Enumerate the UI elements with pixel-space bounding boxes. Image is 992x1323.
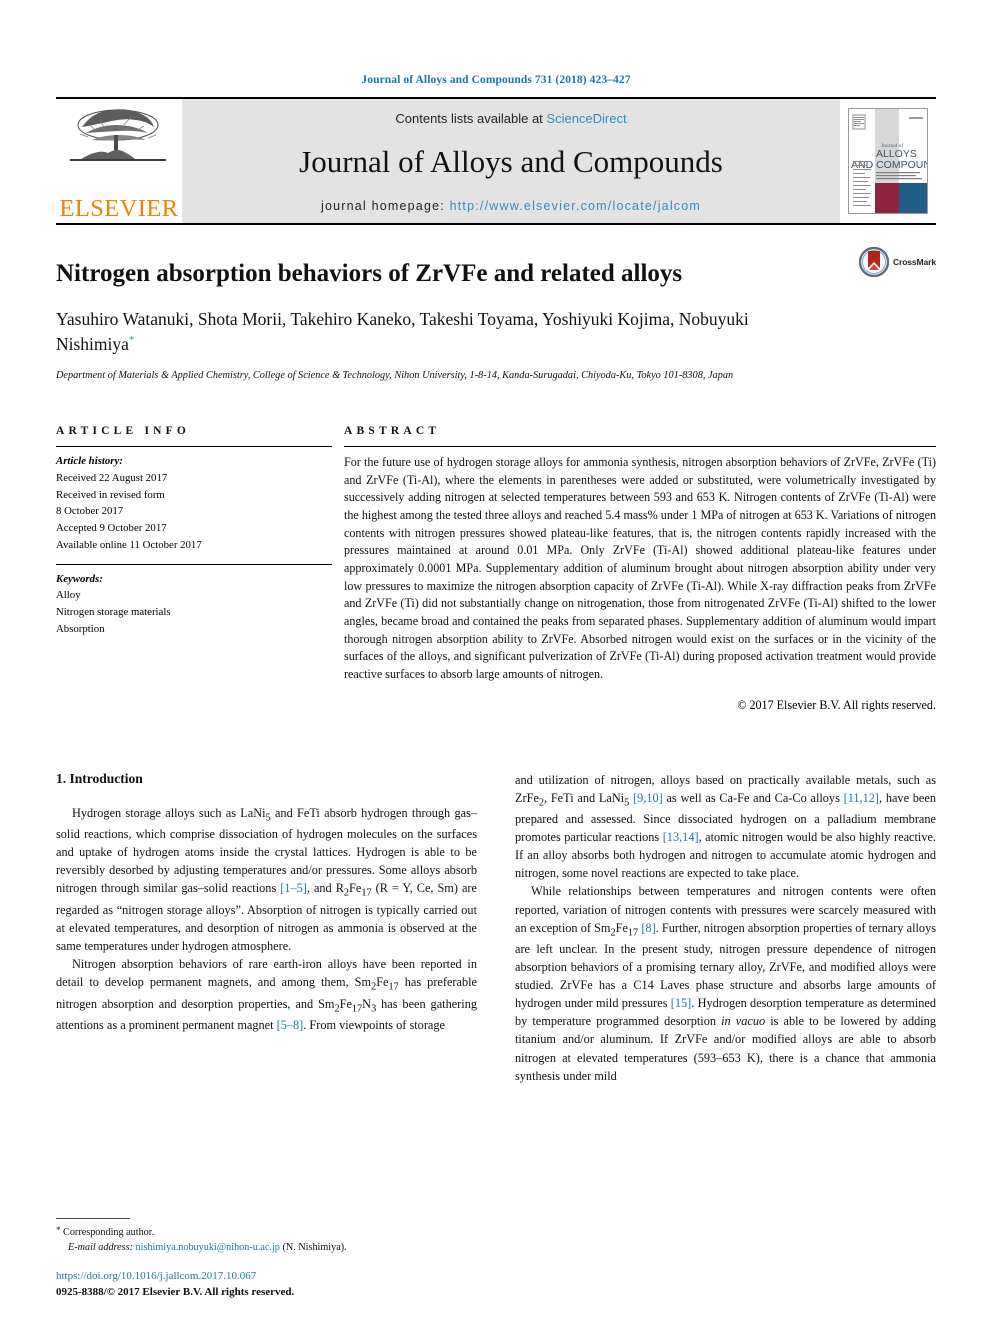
- reference-link[interactable]: [8]: [641, 921, 655, 935]
- title-block: CrossMark Nitrogen absorption behaviors …: [56, 225, 936, 383]
- crossmark-badge[interactable]: CrossMark: [858, 247, 936, 277]
- reference-link[interactable]: [1–5]: [280, 881, 307, 895]
- email-link[interactable]: nishimiya.nobuyuki@nihon-u.ac.jp: [136, 1242, 280, 1253]
- keywords-group: Keywords: Alloy Nitrogen storage materia…: [56, 565, 332, 648]
- article-info-column: ARTICLE INFO Article history: Received 2…: [56, 425, 332, 713]
- homepage-prefix: journal homepage:: [320, 199, 450, 213]
- reference-link[interactable]: [11,12]: [844, 791, 879, 805]
- elsevier-logo: ELSEVIER: [56, 99, 182, 223]
- affiliation: Department of Materials & Applied Chemis…: [56, 369, 734, 381]
- corresponding-author-marker: *: [128, 334, 135, 347]
- keyword-item: Nitrogen storage materials: [56, 606, 171, 618]
- history-item: Accepted 9 October 2017: [56, 522, 167, 535]
- page-title: Nitrogen absorption behaviors of ZrVFe a…: [56, 260, 683, 287]
- abstract-heading: ABSTRACT: [344, 425, 441, 438]
- issn-copyright-line: 0925-8388/© 2017 Elsevier B.V. All right…: [56, 1286, 295, 1299]
- keywords-label: Keywords:: [56, 572, 103, 585]
- body-column-right: and utilization of nitrogen, alloys base…: [515, 771, 936, 1085]
- info-abstract-region: ARTICLE INFO Article history: Received 2…: [56, 425, 936, 713]
- keyword-item: Alloy: [56, 589, 81, 602]
- history-item: 8 October 2017: [56, 505, 124, 518]
- reference-link[interactable]: [9,10]: [633, 791, 663, 805]
- contents-prefix: Contents lists available at: [395, 111, 547, 126]
- abstract-copyright: © 2017 Elsevier B.V. All rights reserved…: [737, 697, 936, 712]
- cover-artwork-icon: Journal of ALLOYS AND COMPOUNDS: [849, 109, 927, 213]
- reference-link[interactable]: [13,14]: [663, 830, 699, 844]
- paragraph: Hydrogen storage alloys such as LaNi5 an…: [56, 805, 477, 953]
- journal-masthead: ELSEVIER Contents lists available at Sci…: [56, 97, 936, 223]
- journal-title: Journal of Alloys and Compounds: [299, 144, 723, 180]
- paragraph: and utilization of nitrogen, alloys base…: [515, 772, 936, 881]
- section-heading-introduction: 1. Introduction: [56, 770, 143, 786]
- abstract-column: ABSTRACT For the future use of hydrogen …: [344, 425, 936, 713]
- homepage-url-link[interactable]: http://www.elsevier.com/locate/jalcom: [450, 199, 701, 213]
- author-list: Yasuhiro Watanuki, Shota Morii, Takehiro…: [56, 307, 756, 357]
- doi-link[interactable]: https://doi.org/10.1016/j.jallcom.2017.1…: [56, 1269, 476, 1285]
- footnote-rule: [56, 1217, 130, 1219]
- journal-cover-container: Journal of ALLOYS AND COMPOUNDS: [840, 99, 936, 223]
- abstract-text: For the future use of hydrogen storage a…: [344, 455, 936, 681]
- crossmark-label: CrossMark: [892, 257, 936, 267]
- body-column-left: 1. Introduction Hydrogen storage alloys …: [56, 771, 477, 1085]
- corresponding-author-note: * Corresponding author.: [56, 1224, 476, 1240]
- history-item: Received in revised form: [56, 488, 165, 501]
- article-info-heading: ARTICLE INFO: [56, 425, 191, 438]
- keyword-item: Absorption: [56, 622, 105, 635]
- email-note: E-mail address: nishimiya.nobuyuki@nihon…: [56, 1240, 476, 1255]
- masthead-panel: Contents lists available at ScienceDirec…: [182, 99, 840, 223]
- article-page: Journal of Alloys and Compounds 731 (201…: [0, 0, 992, 1323]
- footnote-star: *: [56, 1224, 61, 1235]
- email-person: (N. Nishimiya).: [282, 1241, 347, 1253]
- journal-homepage-line: journal homepage: http://www.elsevier.co…: [182, 199, 840, 213]
- body-columns: 1. Introduction Hydrogen storage alloys …: [56, 771, 936, 1085]
- corresponding-author-label: Corresponding author.: [63, 1226, 155, 1238]
- crossmark-icon: [858, 247, 889, 277]
- article-history-label: Article history:: [56, 455, 123, 468]
- elsevier-tree-icon: [70, 109, 166, 161]
- history-item: Available online 11 October 2017: [56, 538, 202, 551]
- history-item: Received 22 August 2017: [56, 471, 168, 484]
- paragraph: Nitrogen absorption behaviors of rare ea…: [56, 957, 477, 1033]
- paragraph: While relationships between temperatures…: [515, 884, 937, 1083]
- contents-available-line: Contents lists available at ScienceDirec…: [182, 111, 840, 126]
- email-label: E-mail address:: [68, 1241, 133, 1253]
- journal-cover-thumbnail: Journal of ALLOYS AND COMPOUNDS: [848, 108, 928, 214]
- author-names: Yasuhiro Watanuki, Shota Morii, Takehiro…: [56, 309, 749, 354]
- elsevier-wordmark: ELSEVIER: [59, 194, 179, 222]
- article-history-group: Article history: Received 22 August 2017…: [56, 447, 332, 563]
- reference-link[interactable]: [15]: [671, 996, 692, 1010]
- sciencedirect-link[interactable]: ScienceDirect: [546, 111, 626, 126]
- reference-link[interactable]: [5–8]: [277, 1018, 304, 1032]
- footnote-area: * Corresponding author. E-mail address: …: [56, 1217, 476, 1301]
- running-head: Journal of Alloys and Compounds 731 (201…: [361, 74, 631, 86]
